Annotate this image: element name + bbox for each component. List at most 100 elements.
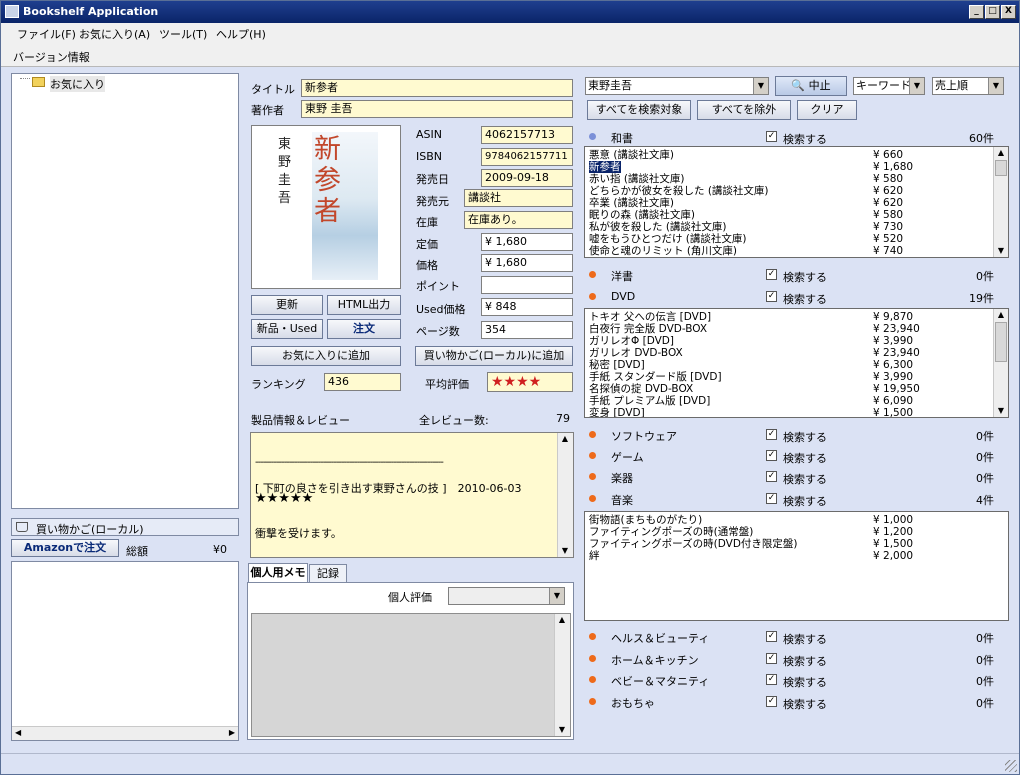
scroll-up-icon[interactable]: ▲ [994, 309, 1008, 321]
release-date-field[interactable]: 2009-09-18 [481, 169, 573, 187]
menu-help[interactable]: ヘルプ(H) [216, 26, 266, 42]
menu-file[interactable]: ファイル(F) [17, 26, 76, 42]
dvd-row[interactable]: 白夜行 完全版 DVD-BOX ¥ 23,940 [589, 323, 990, 335]
publisher-field[interactable]: 講談社 [464, 189, 573, 207]
resize-grip-icon[interactable] [1005, 760, 1017, 772]
scroll-up-icon[interactable]: ▲ [555, 614, 569, 626]
scroll-right-icon[interactable]: ▶ [229, 728, 235, 737]
select-all-button[interactable]: すべてを検索対象 [587, 100, 691, 120]
review-pane[interactable]: ----------------------------------------… [250, 432, 574, 558]
search-checkbox[interactable]: ✓ [766, 653, 777, 664]
scroll-thumb[interactable] [995, 322, 1007, 362]
scroll-down-icon[interactable]: ▼ [555, 724, 569, 736]
html-export-button[interactable]: HTML出力 [327, 295, 401, 315]
cart-list[interactable]: ◀ ▶ [11, 561, 239, 741]
music-result-list[interactable]: 街物語(まちものがたり) ¥ 1,000 ファイティングポーズの時(通常盤) ¥ 1,… [584, 511, 1009, 621]
scroll-down-icon[interactable]: ▼ [558, 545, 572, 557]
clear-button[interactable]: クリア [797, 100, 857, 120]
dvd-row[interactable]: 秘密 [DVD] ¥ 6,300 [589, 359, 990, 371]
dvd-row-title: ガリレオ DVD-BOX [589, 347, 683, 359]
search-checkbox[interactable]: ✓ [766, 131, 777, 142]
amazon-order-button[interactable]: Amazonで注文 [11, 539, 119, 557]
used-price-field[interactable]: ¥ 848 [481, 298, 573, 316]
book-row[interactable]: どちらかが彼女を殺した (講談社文庫) ¥ 620 [589, 185, 990, 197]
asin-field[interactable]: 4062157713 [481, 126, 573, 144]
scroll-down-icon[interactable]: ▼ [994, 405, 1008, 417]
book-row[interactable]: 悪意 (講談社文庫) ¥ 660 [589, 149, 990, 161]
music-row[interactable]: 絆 ¥ 2,000 [589, 550, 990, 562]
search-checkbox[interactable]: ✓ [766, 631, 777, 642]
tab-log[interactable]: 記録 [309, 564, 347, 583]
maximize-button[interactable]: □ [985, 5, 1000, 19]
search-checkbox[interactable]: ✓ [766, 493, 777, 504]
personal-rating-select[interactable]: ▼ [448, 587, 565, 605]
dvd-row[interactable]: 手紙 スタンダード版 [DVD] ¥ 3,990 [589, 371, 990, 383]
review-scrollbar[interactable]: ▲ ▼ [557, 433, 573, 557]
dvd-row[interactable]: ガリレオ DVD-BOX ¥ 23,940 [589, 347, 990, 359]
chevron-down-icon: ▼ [549, 588, 564, 604]
search-checkbox[interactable]: ✓ [766, 471, 777, 482]
memo-textarea[interactable]: ▲ ▼ [251, 613, 571, 737]
search-query-combo[interactable]: 東野圭吾 ▼ [585, 77, 769, 95]
dvd-row[interactable]: 手紙 プレミアム版 [DVD] ¥ 6,090 [589, 395, 990, 407]
search-checkbox[interactable]: ✓ [766, 429, 777, 440]
book-row[interactable]: 眠りの森 (講談社文庫) ¥ 580 [589, 209, 990, 221]
stock-field[interactable]: 在庫あり。 [464, 211, 573, 229]
tree-item-favorites[interactable]: お気に入り [50, 76, 105, 92]
search-checkbox[interactable]: ✓ [766, 269, 777, 280]
scroll-left-icon[interactable]: ◀ [15, 728, 21, 737]
search-checkbox[interactable]: ✓ [766, 696, 777, 707]
author-field[interactable]: 東野 圭吾 [301, 100, 573, 118]
book-row[interactable]: 卒業 (講談社文庫) ¥ 620 [589, 197, 990, 209]
menu-favorites[interactable]: お気に入り(A) [79, 26, 150, 42]
price-field[interactable]: ¥ 1,680 [481, 254, 573, 272]
book-row[interactable]: 新参者 ¥ 1,680 [589, 161, 990, 173]
books-scrollbar[interactable]: ▲ ▼ [993, 147, 1008, 257]
version-info-link[interactable]: バージョン情報 [13, 49, 90, 65]
sort-select[interactable]: 売上順 ▼ [932, 77, 1004, 95]
exclude-all-button[interactable]: すべてを除外 [697, 100, 791, 120]
menu-tools[interactable]: ツール(T) [159, 26, 207, 42]
points-field[interactable] [481, 276, 573, 294]
search-checkbox[interactable]: ✓ [766, 674, 777, 685]
music-row[interactable]: ファイティングポーズの時(通常盤) ¥ 1,200 [589, 526, 990, 538]
dvd-row[interactable]: 変身 [DVD] ¥ 1,500 [589, 407, 990, 417]
list-price-field[interactable]: ¥ 1,680 [481, 233, 573, 251]
music-row[interactable]: 街物語(まちものがたり) ¥ 1,000 [589, 514, 990, 526]
add-cart-button[interactable]: 買い物かご(ローカル)に追加 [415, 346, 573, 366]
books-result-list[interactable]: 悪意 (講談社文庫) ¥ 660 新参者 ¥ 1,680 赤い指 (講談社文庫) ¥ 58… [584, 146, 1009, 258]
favorites-tree[interactable]: お気に入り [11, 73, 239, 509]
ranking-field[interactable]: 436 [324, 373, 401, 391]
dvd-row[interactable]: トキオ 父への伝言 [DVD] ¥ 9,870 [589, 311, 990, 323]
add-favorite-button[interactable]: お気に入りに追加 [251, 346, 401, 366]
new-used-button[interactable]: 新品・Used [251, 319, 323, 339]
memo-scrollbar[interactable]: ▲ ▼ [554, 614, 570, 736]
scroll-up-icon[interactable]: ▲ [994, 147, 1008, 159]
search-checkbox[interactable]: ✓ [766, 291, 777, 302]
title-bar[interactable]: Bookshelf Application _ □ X [1, 1, 1019, 23]
book-row[interactable]: 使命と魂のリミット (角川文庫) ¥ 740 [589, 245, 990, 257]
pages-field[interactable]: 354 [481, 321, 573, 339]
isbn-field[interactable]: 9784062157711 [481, 148, 573, 166]
order-button[interactable]: 注文 [327, 319, 401, 339]
book-row[interactable]: 嘘をもうひとつだけ (講談社文庫) ¥ 520 [589, 233, 990, 245]
dvd-row[interactable]: 名探偵の掟 DVD-BOX ¥ 19,950 [589, 383, 990, 395]
dvd-row[interactable]: ガリレオΦ [DVD] ¥ 3,990 [589, 335, 990, 347]
dvd-result-list[interactable]: トキオ 父への伝言 [DVD] ¥ 9,870 白夜行 完全版 DVD-BOX ¥ 2… [584, 308, 1009, 418]
tab-memo[interactable]: 個人用メモ [248, 563, 308, 583]
music-row[interactable]: ファイティングポーズの時(DVD付き限定盤) ¥ 1,500 [589, 538, 990, 550]
book-row[interactable]: 私が彼を殺した (講談社文庫) ¥ 730 [589, 221, 990, 233]
scroll-up-icon[interactable]: ▲ [558, 433, 572, 445]
book-row[interactable]: 赤い指 (講談社文庫) ¥ 580 [589, 173, 990, 185]
update-button[interactable]: 更新 [251, 295, 323, 315]
search-checkbox[interactable]: ✓ [766, 450, 777, 461]
cart-hscroll[interactable]: ◀ ▶ [12, 726, 238, 740]
minimize-button[interactable]: _ [969, 5, 984, 19]
scroll-thumb[interactable] [995, 160, 1007, 176]
title-field[interactable]: 新参者 [301, 79, 573, 97]
dvd-scrollbar[interactable]: ▲ ▼ [993, 309, 1008, 417]
stop-button[interactable]: 🔍 中止 [775, 76, 847, 96]
close-button[interactable]: X [1001, 5, 1016, 19]
scroll-down-icon[interactable]: ▼ [994, 245, 1008, 257]
search-mode-select[interactable]: キーワード ▼ [853, 77, 925, 95]
